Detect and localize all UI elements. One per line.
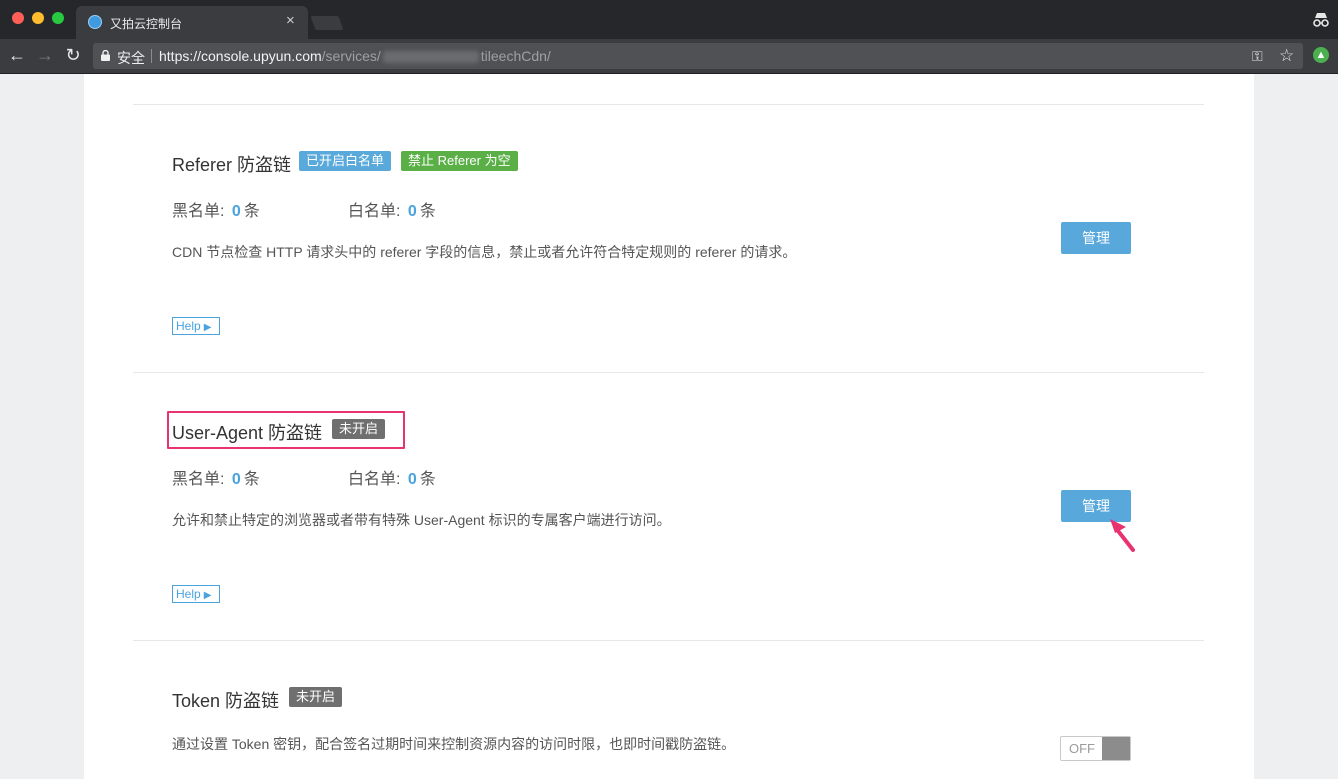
whitelist-label: 白名单:: [348, 203, 401, 220]
whitelist-count-user-agent: 白名单: 0条: [348, 465, 436, 489]
highlight-annotation: [167, 411, 405, 449]
address-bar[interactable]: 安全 https://console.upyun.com/services/ti…: [93, 43, 1303, 69]
upyun-favicon-icon: [88, 15, 102, 29]
browser-tab-bar: 又拍云控制台 ×: [0, 0, 1338, 39]
extension-icon[interactable]: ▲: [1313, 47, 1329, 63]
description-user-agent: 允许和禁止特定的浏览器或者带有特殊 User-Agent 标识的专属客户端进行访…: [172, 512, 671, 528]
whitelist-unit: 条: [419, 471, 436, 488]
window-minimize-button[interactable]: [32, 12, 44, 24]
new-tab-button[interactable]: [310, 16, 344, 30]
key-icon[interactable]: ⚿: [1252, 48, 1263, 65]
status-badge-whitelist-on: 已开启白名单: [299, 151, 392, 171]
blacklist-unit: 条: [243, 471, 260, 488]
forward-button[interactable]: →: [34, 44, 56, 66]
manage-button-referer[interactable]: 管理: [1061, 222, 1131, 254]
toggle-knob: [1102, 737, 1130, 760]
section-divider: [133, 104, 1204, 105]
blacklist-value: 0: [231, 471, 241, 488]
help-button-referer[interactable]: Help ▶: [172, 317, 220, 335]
browser-tab[interactable]: 又拍云控制台 ×: [76, 6, 308, 39]
url-path-start: /services/: [321, 48, 381, 64]
url-path-end: tileechCdn/: [480, 48, 551, 64]
page-viewport: Referer 防盗链 已开启白名单 禁止 Referer 为空 黑名单: 0条…: [0, 74, 1338, 779]
whitelist-value: 0: [407, 203, 417, 220]
blacklist-count-user-agent: 黑名单: 0条: [172, 465, 260, 489]
blacklist-unit: 条: [243, 203, 260, 220]
help-label: Help: [176, 319, 201, 333]
tab-close-icon[interactable]: ×: [286, 13, 295, 29]
incognito-icon[interactable]: [1312, 10, 1330, 28]
content-card: Referer 防盗链 已开启白名单 禁止 Referer 为空 黑名单: 0条…: [84, 74, 1254, 779]
window-close-button[interactable]: [12, 12, 24, 24]
section-title-referer: Referer 防盗链: [172, 155, 292, 175]
help-arrow-icon: ▶: [203, 322, 212, 333]
arrow-cursor-icon: [1110, 519, 1135, 552]
section-divider: [133, 372, 1204, 373]
back-button[interactable]: ←: [6, 44, 28, 66]
tab-title: 又拍云控制台: [110, 17, 183, 31]
url-host: https://console.upyun.com: [159, 48, 322, 64]
whitelist-unit: 条: [419, 203, 436, 220]
browser-toolbar: ← → ↻ 安全 https://console.upyun.com/servi…: [0, 39, 1338, 74]
blacklist-count-referer: 黑名单: 0条: [172, 197, 260, 221]
reload-button[interactable]: ↻: [62, 44, 84, 66]
blacklist-label: 黑名单:: [172, 203, 225, 220]
section-title-token: Token 防盗链: [172, 691, 280, 711]
description-referer: CDN 节点检查 HTTP 请求头中的 referer 字段的信息，禁止或者允许…: [172, 244, 797, 260]
secure-label: 安全: [117, 50, 145, 66]
token-toggle[interactable]: OFF: [1060, 736, 1131, 761]
status-badge-disabled: 未开启: [289, 687, 343, 707]
whitelist-count-referer: 白名单: 0条: [348, 197, 436, 221]
blacklist-value: 0: [231, 203, 241, 220]
toggle-label: OFF: [1069, 741, 1095, 756]
help-label: Help: [176, 587, 201, 601]
url-text: https://console.upyun.com/services/tilee…: [159, 48, 551, 64]
lock-icon: [101, 50, 110, 61]
blacklist-label: 黑名单:: [172, 471, 225, 488]
omnibox-divider: [151, 49, 152, 63]
star-icon[interactable]: ☆: [1279, 46, 1294, 66]
window-zoom-button[interactable]: [52, 12, 64, 24]
url-redacted: [382, 51, 479, 64]
description-token: 通过设置 Token 密钥，配合签名过期时间来控制资源内容的访问时限，也即时间戳…: [172, 736, 736, 752]
help-button-user-agent[interactable]: Help ▶: [172, 585, 220, 603]
help-arrow-icon: ▶: [203, 590, 212, 601]
section-divider: [133, 640, 1204, 641]
status-badge-referer-empty-forbidden: 禁止 Referer 为空: [401, 151, 518, 171]
whitelist-value: 0: [407, 471, 417, 488]
whitelist-label: 白名单:: [348, 471, 401, 488]
